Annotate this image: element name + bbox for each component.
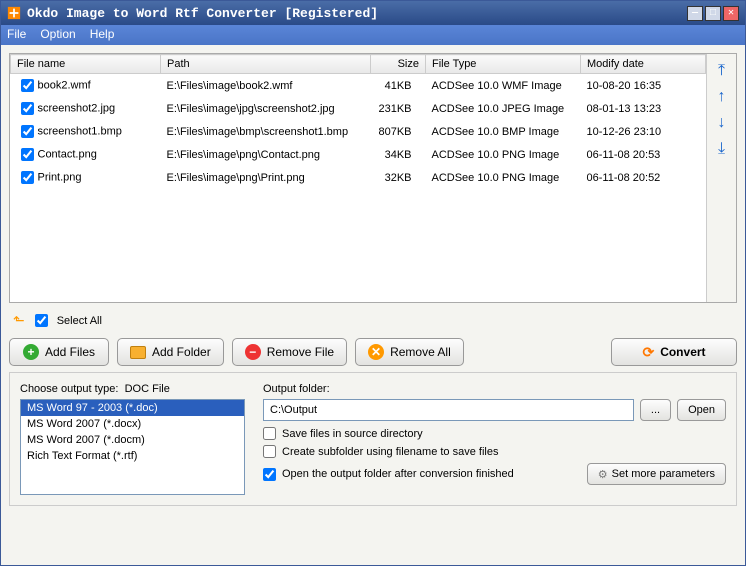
toolbar-row: + Add Files Add Folder − Remove File ✕ R… bbox=[9, 338, 737, 366]
file-checkbox[interactable] bbox=[21, 171, 34, 184]
file-list: File name Path Size File Type Modify dat… bbox=[10, 54, 706, 302]
choose-output-value: DOC File bbox=[125, 383, 170, 395]
gear-icon: ⚙ bbox=[598, 468, 608, 481]
menu-bar: File Option Help bbox=[1, 25, 745, 45]
output-type-listbox[interactable]: MS Word 97 - 2003 (*.doc)MS Word 2007 (*… bbox=[20, 399, 245, 495]
x-icon: ✕ bbox=[368, 344, 384, 360]
select-all-label[interactable]: Select All bbox=[57, 315, 102, 327]
minimize-button[interactable]: — bbox=[687, 6, 703, 21]
add-folder-button[interactable]: Add Folder bbox=[117, 338, 224, 366]
content-area: File name Path Size File Type Modify dat… bbox=[1, 45, 745, 565]
table-row[interactable]: screenshot2.jpgE:\Files\image\jpg\screen… bbox=[11, 97, 706, 120]
set-more-parameters-button[interactable]: ⚙ Set more parameters bbox=[587, 463, 726, 485]
select-all-row: ⬑ Select All bbox=[9, 309, 737, 332]
table-row[interactable]: Print.pngE:\Files\image\png\Print.png32K… bbox=[11, 166, 706, 189]
open-folder-button[interactable]: Open bbox=[677, 399, 726, 421]
file-checkbox[interactable] bbox=[21, 79, 34, 92]
up-arrow-icon: ⬑ bbox=[13, 312, 25, 329]
convert-label: Convert bbox=[660, 345, 705, 359]
output-type-option[interactable]: MS Word 2007 (*.docx) bbox=[21, 416, 244, 432]
output-folder-input[interactable] bbox=[263, 399, 634, 421]
col-size[interactable]: Size bbox=[371, 55, 426, 74]
col-filename[interactable]: File name bbox=[11, 55, 161, 74]
file-list-container: File name Path Size File Type Modify dat… bbox=[9, 53, 737, 303]
open-after-checkbox[interactable] bbox=[263, 468, 276, 481]
plus-icon: + bbox=[23, 344, 39, 360]
output-type-column: Choose output type: DOC File MS Word 97 … bbox=[20, 383, 245, 495]
save-in-source-checkbox[interactable] bbox=[263, 427, 276, 440]
maximize-button[interactable]: □ bbox=[705, 6, 721, 21]
choose-output-label: Choose output type: DOC File bbox=[20, 383, 245, 395]
window-title: Okdo Image to Word Rtf Converter [Regist… bbox=[27, 6, 685, 21]
browse-button[interactable]: ... bbox=[640, 399, 671, 421]
move-top-icon[interactable]: ⤒ bbox=[718, 62, 725, 80]
menu-file[interactable]: File bbox=[7, 27, 26, 43]
col-modify[interactable]: Modify date bbox=[581, 55, 706, 74]
minus-icon: − bbox=[245, 344, 261, 360]
col-path[interactable]: Path bbox=[161, 55, 371, 74]
move-down-icon[interactable]: ↓ bbox=[718, 114, 726, 132]
output-type-option[interactable]: MS Word 97 - 2003 (*.doc) bbox=[21, 400, 244, 416]
close-button[interactable]: ✕ bbox=[723, 6, 739, 21]
reorder-sidebar: ⤒ ↑ ↓ ⤓ bbox=[706, 54, 736, 302]
app-icon bbox=[7, 6, 21, 20]
create-subfolder-checkbox[interactable] bbox=[263, 445, 276, 458]
file-checkbox[interactable] bbox=[21, 148, 34, 161]
output-folder-column: Output folder: ... Open Save files in so… bbox=[263, 383, 726, 495]
move-bottom-icon[interactable]: ⤓ bbox=[718, 140, 725, 158]
table-row[interactable]: book2.wmfE:\Files\image\book2.wmf41KBACD… bbox=[11, 74, 706, 98]
output-folder-label: Output folder: bbox=[263, 383, 726, 395]
file-checkbox[interactable] bbox=[21, 125, 34, 138]
select-all-checkbox[interactable] bbox=[35, 314, 48, 327]
remove-all-button[interactable]: ✕ Remove All bbox=[355, 338, 464, 366]
remove-file-label: Remove File bbox=[267, 345, 334, 359]
menu-option[interactable]: Option bbox=[40, 27, 75, 43]
folder-icon bbox=[130, 346, 146, 359]
output-type-option[interactable]: Rich Text Format (*.rtf) bbox=[21, 448, 244, 464]
create-subfolder-label[interactable]: Create subfolder using filename to save … bbox=[282, 446, 498, 458]
output-settings: Choose output type: DOC File MS Word 97 … bbox=[9, 372, 737, 506]
add-folder-label: Add Folder bbox=[152, 345, 211, 359]
remove-all-label: Remove All bbox=[390, 345, 451, 359]
move-up-icon[interactable]: ↑ bbox=[718, 88, 726, 106]
add-files-label: Add Files bbox=[45, 345, 95, 359]
file-checkbox[interactable] bbox=[21, 102, 34, 115]
remove-file-button[interactable]: − Remove File bbox=[232, 338, 347, 366]
convert-icon: ⟳ bbox=[642, 344, 654, 361]
table-row[interactable]: screenshot1.bmpE:\Files\image\bmp\screen… bbox=[11, 120, 706, 143]
menu-help[interactable]: Help bbox=[90, 27, 115, 43]
add-files-button[interactable]: + Add Files bbox=[9, 338, 109, 366]
titlebar: Okdo Image to Word Rtf Converter [Regist… bbox=[1, 1, 745, 25]
app-window: Okdo Image to Word Rtf Converter [Regist… bbox=[0, 0, 746, 566]
save-in-source-label[interactable]: Save files in source directory bbox=[282, 428, 423, 440]
open-after-label[interactable]: Open the output folder after conversion … bbox=[282, 468, 514, 480]
convert-button[interactable]: ⟳ Convert bbox=[611, 338, 737, 366]
col-type[interactable]: File Type bbox=[426, 55, 581, 74]
table-row[interactable]: Contact.pngE:\Files\image\png\Contact.pn… bbox=[11, 143, 706, 166]
output-type-option[interactable]: MS Word 2007 (*.docm) bbox=[21, 432, 244, 448]
